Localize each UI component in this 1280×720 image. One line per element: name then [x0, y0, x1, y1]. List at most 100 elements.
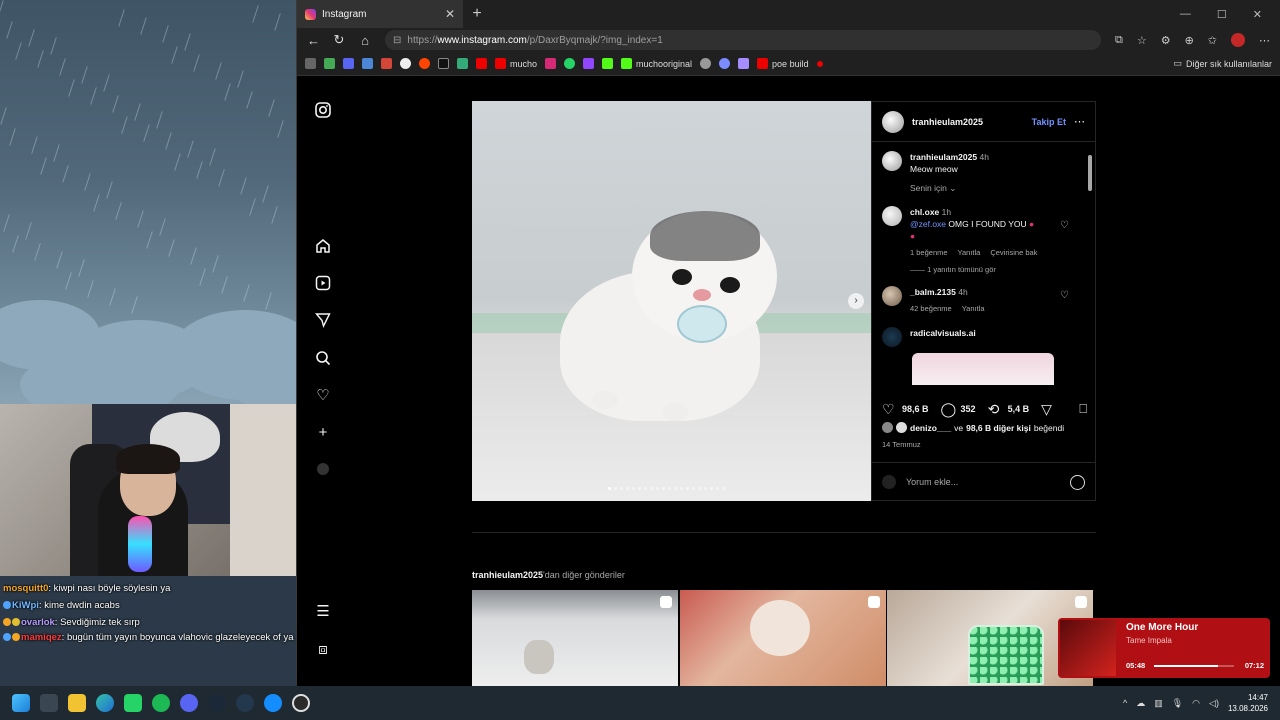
- bookmark-icon[interactable]: [700, 58, 712, 69]
- bookmark-icon[interactable]: [419, 58, 430, 69]
- view-replies-link[interactable]: —— 1 yanıtın tümünü gör: [910, 265, 1077, 274]
- extensions-icon[interactable]: ⚙: [1161, 34, 1171, 47]
- messages-icon[interactable]: [314, 312, 332, 330]
- file-explorer-icon[interactable]: [68, 694, 86, 712]
- wifi-icon[interactable]: ◠: [1192, 698, 1200, 709]
- onedrive-icon[interactable]: ☁: [1136, 698, 1145, 709]
- like-comment-heart-icon[interactable]: ♡: [1060, 220, 1069, 231]
- bookmark-icon[interactable]: [816, 60, 823, 67]
- comment-bubble-icon[interactable]: ◯: [941, 401, 957, 418]
- create-plus-icon[interactable]: +: [314, 424, 332, 442]
- edge-icon[interactable]: [96, 694, 114, 712]
- address-bar[interactable]: ⊟ https://www.instagram.com/p/DaxrByqmaj…: [385, 30, 1101, 50]
- windows-start-icon[interactable]: [12, 694, 30, 712]
- notifications-heart-icon[interactable]: ♡: [314, 387, 332, 405]
- favorites-icon[interactable]: ✩: [1208, 34, 1217, 47]
- caption-username[interactable]: tranhieulam2025: [910, 152, 977, 162]
- whatsapp-icon[interactable]: [124, 694, 142, 712]
- comment-username[interactable]: _balm.2135: [910, 287, 956, 297]
- home-icon[interactable]: ⌂: [359, 33, 371, 48]
- battlenet-icon[interactable]: [264, 694, 282, 712]
- discord-icon[interactable]: [180, 694, 198, 712]
- home-icon[interactable]: [314, 238, 332, 256]
- reply-link[interactable]: Yanıtla: [958, 247, 981, 259]
- like-count[interactable]: 98,6 B: [902, 404, 929, 414]
- clock[interactable]: 14:47 13.08.2026: [1228, 692, 1268, 714]
- bookmark-icon[interactable]: [324, 58, 335, 69]
- reels-icon[interactable]: [314, 275, 332, 293]
- site-info-icon[interactable]: ⊟: [393, 35, 401, 46]
- comment-username[interactable]: chl.oxe: [910, 207, 939, 217]
- menu-icon[interactable]: ☰: [314, 603, 332, 621]
- author-avatar[interactable]: [882, 110, 904, 133]
- bookmark-icon[interactable]: [343, 58, 354, 69]
- search-icon[interactable]: [314, 350, 332, 368]
- follow-button[interactable]: Takip Et: [1032, 117, 1066, 127]
- comment-likes[interactable]: 42 beğenme: [910, 303, 952, 315]
- comments-scrollbar[interactable]: [1087, 145, 1093, 391]
- bookmark-icon[interactable]: [381, 58, 392, 69]
- network-icon[interactable]: ▥: [1154, 698, 1163, 709]
- repost-icon[interactable]: ⟲: [988, 401, 1004, 418]
- more-options-icon[interactable]: ⋯: [1074, 115, 1085, 128]
- bookmark-icon[interactable]: [738, 58, 750, 69]
- profile-icon[interactable]: [314, 462, 332, 480]
- microphone-icon[interactable]: 🎙: [1172, 698, 1183, 709]
- more-post-thumbnail[interactable]: [680, 590, 886, 686]
- close-tab-icon[interactable]: ✕: [445, 7, 455, 21]
- bookmark-poe-build[interactable]: poe build: [757, 58, 809, 69]
- spotify-icon[interactable]: [152, 694, 170, 712]
- comment-username[interactable]: radicalvisuals.ai: [910, 328, 976, 338]
- comment-likes[interactable]: 1 beğenme: [910, 247, 948, 259]
- profile-avatar[interactable]: [1231, 33, 1245, 47]
- liked-by-others[interactable]: 98,6 B diğer kişi: [966, 423, 1031, 433]
- like-comment-heart-icon[interactable]: ♡: [1060, 290, 1069, 301]
- steam-icon[interactable]: [236, 694, 254, 712]
- save-bookmark-icon[interactable]: ⎕: [1079, 401, 1087, 417]
- post-image[interactable]: ›: [472, 101, 871, 501]
- translate-link[interactable]: Çevirisine bak: [990, 247, 1037, 259]
- liked-by-user[interactable]: denizo___: [910, 423, 951, 433]
- steam-icon[interactable]: [208, 694, 226, 712]
- apps-icon[interactable]: ⧈: [314, 641, 332, 659]
- share-icon[interactable]: ▽: [1041, 401, 1057, 418]
- reply-link[interactable]: Yanıtla: [962, 303, 985, 315]
- bookmark-icon[interactable]: [564, 58, 576, 69]
- bookmark-icon[interactable]: [583, 58, 595, 69]
- bookmark-icon[interactable]: [545, 58, 557, 69]
- tab-instagram[interactable]: Instagram ✕: [297, 0, 463, 28]
- commenter-avatar[interactable]: [882, 286, 902, 306]
- bookmark-muchooriginal[interactable]: muchooriginal: [621, 58, 692, 69]
- bookmark-icon[interactable]: [438, 58, 449, 69]
- task-view-icon[interactable]: [40, 694, 58, 712]
- back-arrow-icon[interactable]: ←: [307, 33, 320, 48]
- bookmark-icon[interactable]: [602, 58, 614, 69]
- commenter-avatar[interactable]: [882, 327, 902, 347]
- more-post-thumbnail[interactable]: [472, 590, 678, 686]
- bookmark-icon[interactable]: [719, 58, 731, 69]
- close-window-icon[interactable]: ✕: [1253, 8, 1262, 21]
- bookmark-icon[interactable]: [400, 58, 411, 69]
- minimize-icon[interactable]: —: [1180, 8, 1191, 21]
- instagram-logo-icon[interactable]: [314, 102, 332, 120]
- maximize-icon[interactable]: ☐: [1217, 8, 1227, 21]
- favorite-star-icon[interactable]: ☆: [1137, 34, 1147, 47]
- carousel-next-button[interactable]: ›: [848, 293, 864, 309]
- bookmark-icon[interactable]: [457, 58, 468, 69]
- like-heart-icon[interactable]: ♡: [882, 401, 898, 418]
- new-tab-button[interactable]: +: [463, 5, 491, 23]
- split-screen-icon[interactable]: ⧉: [1115, 34, 1123, 47]
- bookmark-icon[interactable]: [305, 58, 316, 69]
- more-options-icon[interactable]: ⋯: [1259, 34, 1270, 47]
- other-favorites-folder[interactable]: ▭ Diğer sık kullanılanlar: [1173, 58, 1272, 69]
- collections-icon[interactable]: ⊕: [1185, 34, 1194, 47]
- volume-icon[interactable]: ◁): [1209, 698, 1219, 709]
- bookmark-icon[interactable]: [362, 58, 373, 69]
- comment-mention[interactable]: @zef.oxe: [910, 219, 946, 229]
- reload-icon[interactable]: ↻: [333, 32, 345, 48]
- comment-image-preview[interactable]: [912, 353, 1054, 385]
- emoji-icon[interactable]: [1070, 474, 1085, 490]
- tray-expand-icon[interactable]: ^: [1123, 698, 1127, 708]
- commenter-avatar[interactable]: [882, 206, 902, 226]
- bookmark-mucho[interactable]: mucho: [495, 58, 537, 69]
